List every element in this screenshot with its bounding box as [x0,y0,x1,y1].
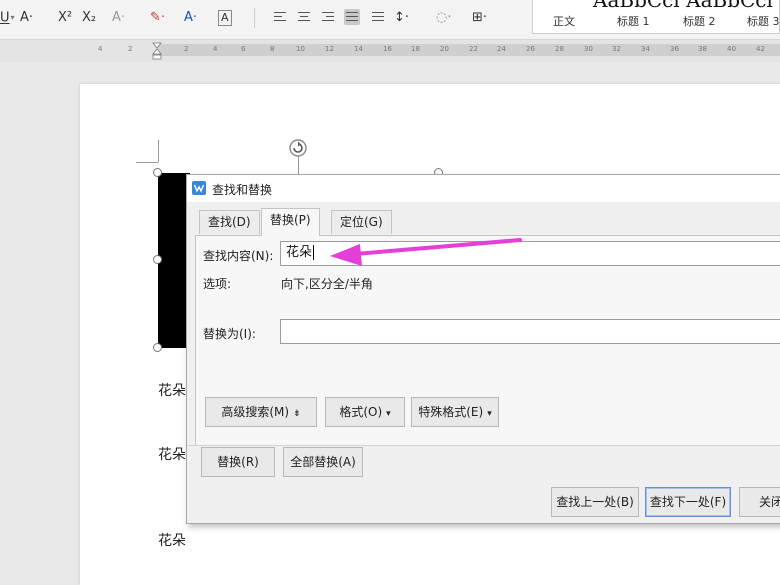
style-heading-3[interactable]: 标题 3 [747,13,779,29]
ruler-label: 32 [612,45,621,53]
tab-replace[interactable]: 替换(P) [261,208,320,236]
ruler-label: 10 [296,45,305,53]
special-format-button[interactable]: 特殊格式(E) ▾ [411,397,499,427]
ruler-label: 28 [555,45,564,53]
dialog-divider [187,445,780,446]
ruler-label: 14 [354,45,363,53]
style-preview-text: AaBbCcl AaBbCcl AaBbC [593,0,779,12]
ruler-label: 24 [497,45,506,53]
text-color-button[interactable]: A· [184,6,197,30]
document-text-line[interactable]: 花朵 [158,380,186,400]
align-center-icon[interactable] [296,9,312,25]
tab-find[interactable]: 查找(D) [199,210,260,234]
rotate-handle-icon[interactable] [288,138,308,158]
align-justify-icon[interactable] [344,9,360,25]
replace-label: 替换为(I): [203,327,256,341]
ruler-label: 2 [128,45,133,53]
ruler-label: 6 [241,45,246,53]
ruler-label: 4 [213,45,218,53]
ruler-label: 18 [411,45,420,53]
find-replace-dialog: 查找和替换 查找(D) 替换(P) 定位(G) 查找内容(N): 花朵 选项: … [186,174,780,524]
align-right-icon[interactable] [320,9,336,25]
ruler-label: 38 [698,45,707,53]
style-heading-2[interactable]: 标题 2 [683,13,716,29]
options-value: 向下,区分全/半角 [281,277,373,291]
margin-corner-mark [136,162,158,163]
ruler-label: 22 [469,45,478,53]
underline-button[interactable]: U▾ [0,6,15,30]
text-caret [313,245,315,260]
options-label: 选项: [203,277,232,291]
ruler-label: 34 [641,45,650,53]
close-button[interactable]: 关闭 [739,487,780,517]
ruler-label: 40 [727,45,736,53]
resize-handle-icon[interactable] [153,255,162,264]
line-spacing-button[interactable]: ↕· [394,6,409,30]
style-normal[interactable]: 正文 [553,13,575,29]
document-text-line[interactable]: 花朵 [158,530,186,550]
ruler-label: 12 [325,45,334,53]
strikethrough-font-button[interactable]: A· [20,6,33,30]
horizontal-ruler: 4 2 2 4 6 8 10 12 14 16 18 20 22 24 26 2… [0,40,780,62]
formatting-toolbar: U▾ A· X² X₂ A· ✎· A· A ↕· ◌· ⊞· AaBbCcl … [0,0,780,40]
align-left-icon[interactable] [272,9,288,25]
resize-handle-icon[interactable] [153,343,162,352]
char-border-button[interactable]: A [218,10,232,26]
find-input[interactable]: 花朵 [280,241,780,266]
replace-input[interactable] [280,319,780,344]
wps-logo-icon [192,181,206,195]
distribute-icon[interactable] [370,9,386,25]
dialog-title: 查找和替换 [212,183,273,197]
ruler-label: 30 [584,45,593,53]
clear-format-button[interactable]: A· [112,6,125,30]
find-input-value: 花朵 [286,245,313,260]
find-previous-button[interactable]: 查找上一处(B) [551,487,639,517]
border-button[interactable]: ⊞· [472,6,487,30]
ruler-label: 8 [270,45,275,53]
ruler-label: 20 [440,45,449,53]
ruler-label: 42 [756,45,765,53]
ruler-label: 2 [184,45,189,53]
style-gallery: AaBbCcl AaBbCcl AaBbC 正文 标题 1 标题 2 标题 3 [532,0,780,34]
dialog-titlebar[interactable]: 查找和替换 [187,175,780,202]
indent-marker-icon[interactable] [152,42,162,60]
find-label: 查找内容(N): [203,249,274,263]
subscript-button[interactable]: X₂ [82,6,96,30]
format-button[interactable]: 格式(O) ▾ [325,397,405,427]
replace-button[interactable]: 替换(R) [201,447,275,477]
ruler-label: 4 [98,45,103,53]
document-text-line[interactable]: 花朵 [158,444,186,464]
margin-corner-mark [158,140,159,162]
ruler-label: 26 [526,45,535,53]
highlight-button[interactable]: ✎· [150,6,165,30]
superscript-button[interactable]: X² [58,6,72,30]
style-heading-1[interactable]: 标题 1 [617,13,650,29]
rotation-line [298,156,299,174]
tab-goto[interactable]: 定位(G) [331,210,392,234]
replace-all-button[interactable]: 全部替换(A) [283,447,363,477]
resize-handle-icon[interactable] [153,168,162,177]
shading-button[interactable]: ◌· [436,6,451,30]
advanced-search-button[interactable]: 高级搜索(M) ⇟ [205,397,317,427]
toolbar-separator [254,8,255,28]
find-next-button[interactable]: 查找下一处(F) [645,487,731,517]
ruler-label: 16 [383,45,392,53]
ruler-label: 36 [670,45,679,53]
